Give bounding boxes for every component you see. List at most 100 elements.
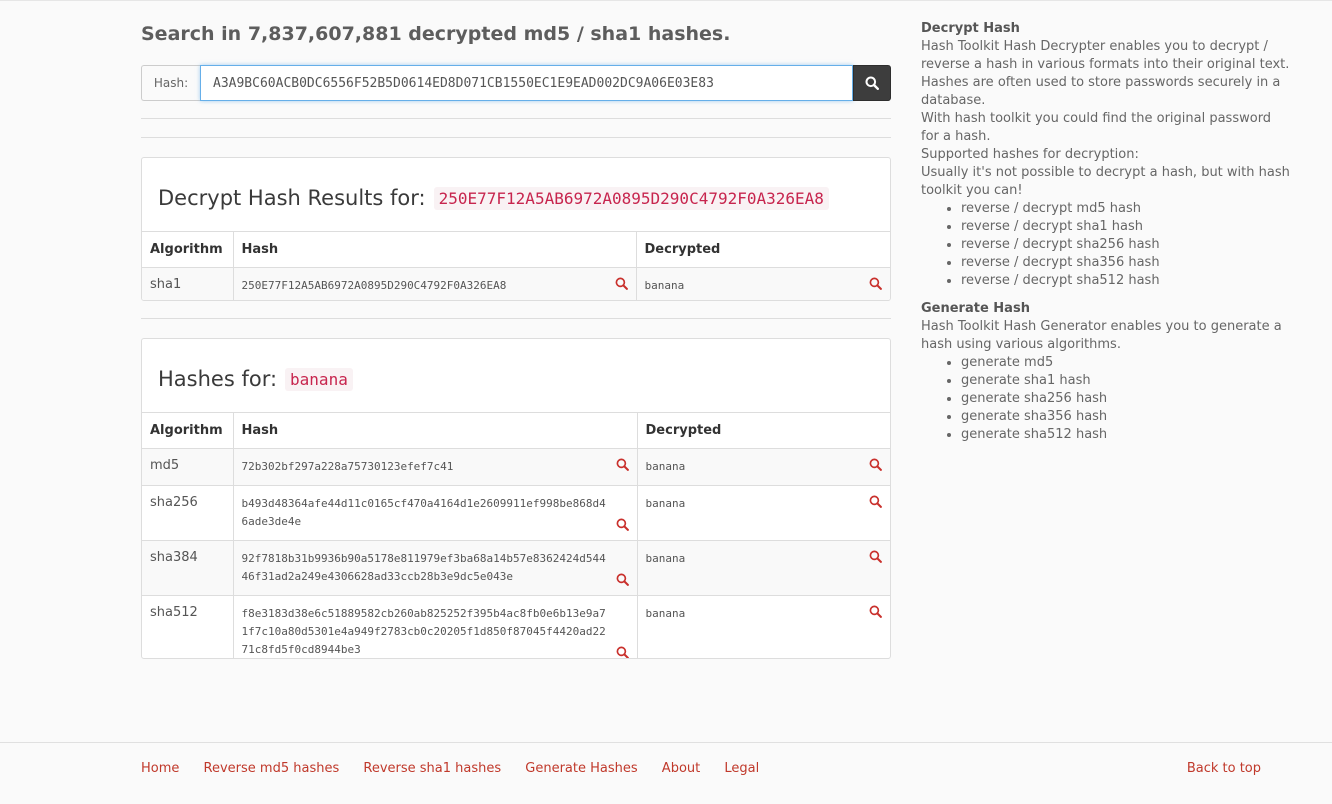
list-item: reverse / decrypt sha1 hash [961,218,1293,236]
search-icon[interactable] [869,550,882,563]
decrypted-value: banana [645,497,686,510]
hash-value: f8e3183d38e6c51889582cb260ab825252f395b4… [241,607,606,656]
panel-title-text: Hashes for: [158,367,278,391]
sidebar-text: With hash toolkit you could find the ori… [921,111,1272,144]
table-row: sha512 f8e3183d38e6c51889582cb260ab82525… [142,595,890,659]
decrypted-cell: banana [636,267,890,300]
main-content: Search in 7,837,607,881 decrypted md5 / … [141,20,891,659]
hashes-for-panel: Hashes for: banana Algorithm Hash Decryp… [141,338,891,659]
search-icon[interactable] [616,518,629,531]
table-row: sha1 250E77F12A5AB6972A0895D290C4792F0A3… [142,267,890,300]
list-item: generate md5 [961,354,1293,372]
sidebar-text: Hashes are often used to store passwords… [921,75,1281,108]
algorithm-cell: sha256 [142,485,234,541]
results-table: Algorithm Hash Decrypted sha1 250E77F12A… [142,231,890,300]
top-border [0,0,1332,1]
divider [141,118,891,119]
footer-link-home[interactable]: Home [141,761,179,776]
sidebar: Decrypt Hash Hash Toolkit Hash Decrypter… [921,20,1293,444]
search-form: Hash: [141,65,891,101]
search-icon[interactable] [616,573,629,586]
list-item: generate sha1 hash [961,372,1293,390]
table-row: sha384 92f7818b31b9936b90a5178e811979ef3… [142,540,890,596]
list-item: reverse / decrypt sha512 hash [961,272,1293,290]
search-icon[interactable] [869,495,882,508]
table-header-row: Algorithm Hash Decrypted [142,231,890,268]
hash-input[interactable] [200,65,853,101]
decrypted-value: banana [644,279,685,292]
divider [141,137,891,138]
search-icon[interactable] [616,646,629,659]
list-item: generate sha256 hash [961,390,1293,408]
panel-heading: Decrypt Hash Results for: 250E77F12A5AB6… [142,158,890,231]
list-item: reverse / decrypt sha256 hash [961,236,1293,254]
hash-value: b493d48364afe44d11c0165cf470a4164d1e2609… [241,497,606,528]
list-item: reverse / decrypt sha356 hash [961,254,1293,272]
table-header-row: Algorithm Hash Decrypted [142,412,890,449]
hashes-table: Algorithm Hash Decrypted md5 72b302bf297… [142,412,890,659]
table-row: md5 72b302bf297a228a75730123efef7c41 ban… [142,448,890,486]
hash-value: 72b302bf297a228a75730123efef7c41 [241,460,454,473]
decrypted-cell: banana [637,448,890,486]
hash-cell: 72b302bf297a228a75730123efef7c41 [233,448,638,486]
list-item: generate sha512 hash [961,426,1293,444]
algorithm-cell: sha512 [142,595,234,658]
search-icon[interactable] [616,458,629,471]
column-header-decrypted: Decrypted [636,231,890,268]
divider [141,318,891,319]
search-icon[interactable] [615,277,628,290]
decrypt-list: reverse / decrypt md5 hash reverse / dec… [921,200,1293,290]
hash-cell: 92f7818b31b9936b90a5178e811979ef3ba68a14… [233,540,638,596]
hash-cell: f8e3183d38e6c51889582cb260ab825252f395b4… [233,595,638,659]
generate-hash-heading: Generate Hash [921,301,1030,316]
hash-label: Hash: [141,65,200,101]
footer-link-about[interactable]: About [662,761,700,776]
search-icon[interactable] [869,605,882,618]
hash-value: 92f7818b31b9936b90a5178e811979ef3ba68a14… [241,552,606,583]
footer-link-reverse-md5[interactable]: Reverse md5 hashes [204,761,340,776]
column-header-hash: Hash [233,412,638,449]
sidebar-text: Usually it's not possible to decrypt a h… [921,165,1290,198]
footer-link-legal[interactable]: Legal [724,761,759,776]
search-icon[interactable] [869,458,882,471]
search-icon[interactable] [869,277,882,290]
hash-cell: 250E77F12A5AB6972A0895D290C4792F0A326EA8 [233,267,637,300]
footer-link-generate-hashes[interactable]: Generate Hashes [525,761,637,776]
sidebar-text: Hash Toolkit Hash Generator enables you … [921,319,1282,352]
decrypt-results-panel: Decrypt Hash Results for: 250E77F12A5AB6… [141,157,891,301]
table-row: sha256 b493d48364afe44d11c0165cf470a4164… [142,485,890,541]
algorithm-cell: sha384 [142,540,234,596]
sidebar-text: Supported hashes for decryption: [921,147,1139,162]
list-item: generate sha356 hash [961,408,1293,426]
list-item: reverse / decrypt md5 hash [961,200,1293,218]
page-title: Search in 7,837,607,881 decrypted md5 / … [141,23,731,45]
algorithm-cell: md5 [142,448,234,486]
sidebar-text: Hash Toolkit Hash Decrypter enables you … [921,39,1290,72]
footer: Home Reverse md5 hashes Reverse sha1 has… [141,761,1261,776]
algorithm-cell: sha1 [142,267,234,300]
panel-heading: Hashes for: banana [142,339,890,412]
footer-divider [0,742,1332,743]
search-button[interactable] [853,65,891,101]
decrypt-hash-heading: Decrypt Hash [921,21,1020,36]
column-header-algorithm: Algorithm [142,231,234,268]
decrypted-value: banana [645,552,686,565]
column-header-decrypted: Decrypted [637,412,890,449]
column-header-algorithm: Algorithm [142,412,234,449]
decrypted-value: banana [645,607,686,620]
panel-title: Hashes for: banana [158,367,353,391]
decrypted-cell: banana [637,485,890,541]
decrypted-cell: banana [637,540,890,596]
generate-list: generate md5 generate sha1 hash generate… [921,354,1293,444]
query-hash: 250E77F12A5AB6972A0895D290C4792F0A326EA8 [433,186,829,210]
hash-value: 250E77F12A5AB6972A0895D290C4792F0A326EA8 [241,279,507,292]
panel-title: Decrypt Hash Results for: 250E77F12A5AB6… [158,186,829,210]
footer-link-reverse-sha1[interactable]: Reverse sha1 hashes [363,761,501,776]
decrypted-cell: banana [637,595,890,658]
back-to-top-link[interactable]: Back to top [1187,761,1261,776]
query-word: banana [285,367,353,391]
panel-title-text: Decrypt Hash Results for: [158,186,426,210]
search-icon [865,76,879,90]
hash-cell: b493d48364afe44d11c0165cf470a4164d1e2609… [233,485,638,541]
decrypted-value: banana [645,460,686,473]
